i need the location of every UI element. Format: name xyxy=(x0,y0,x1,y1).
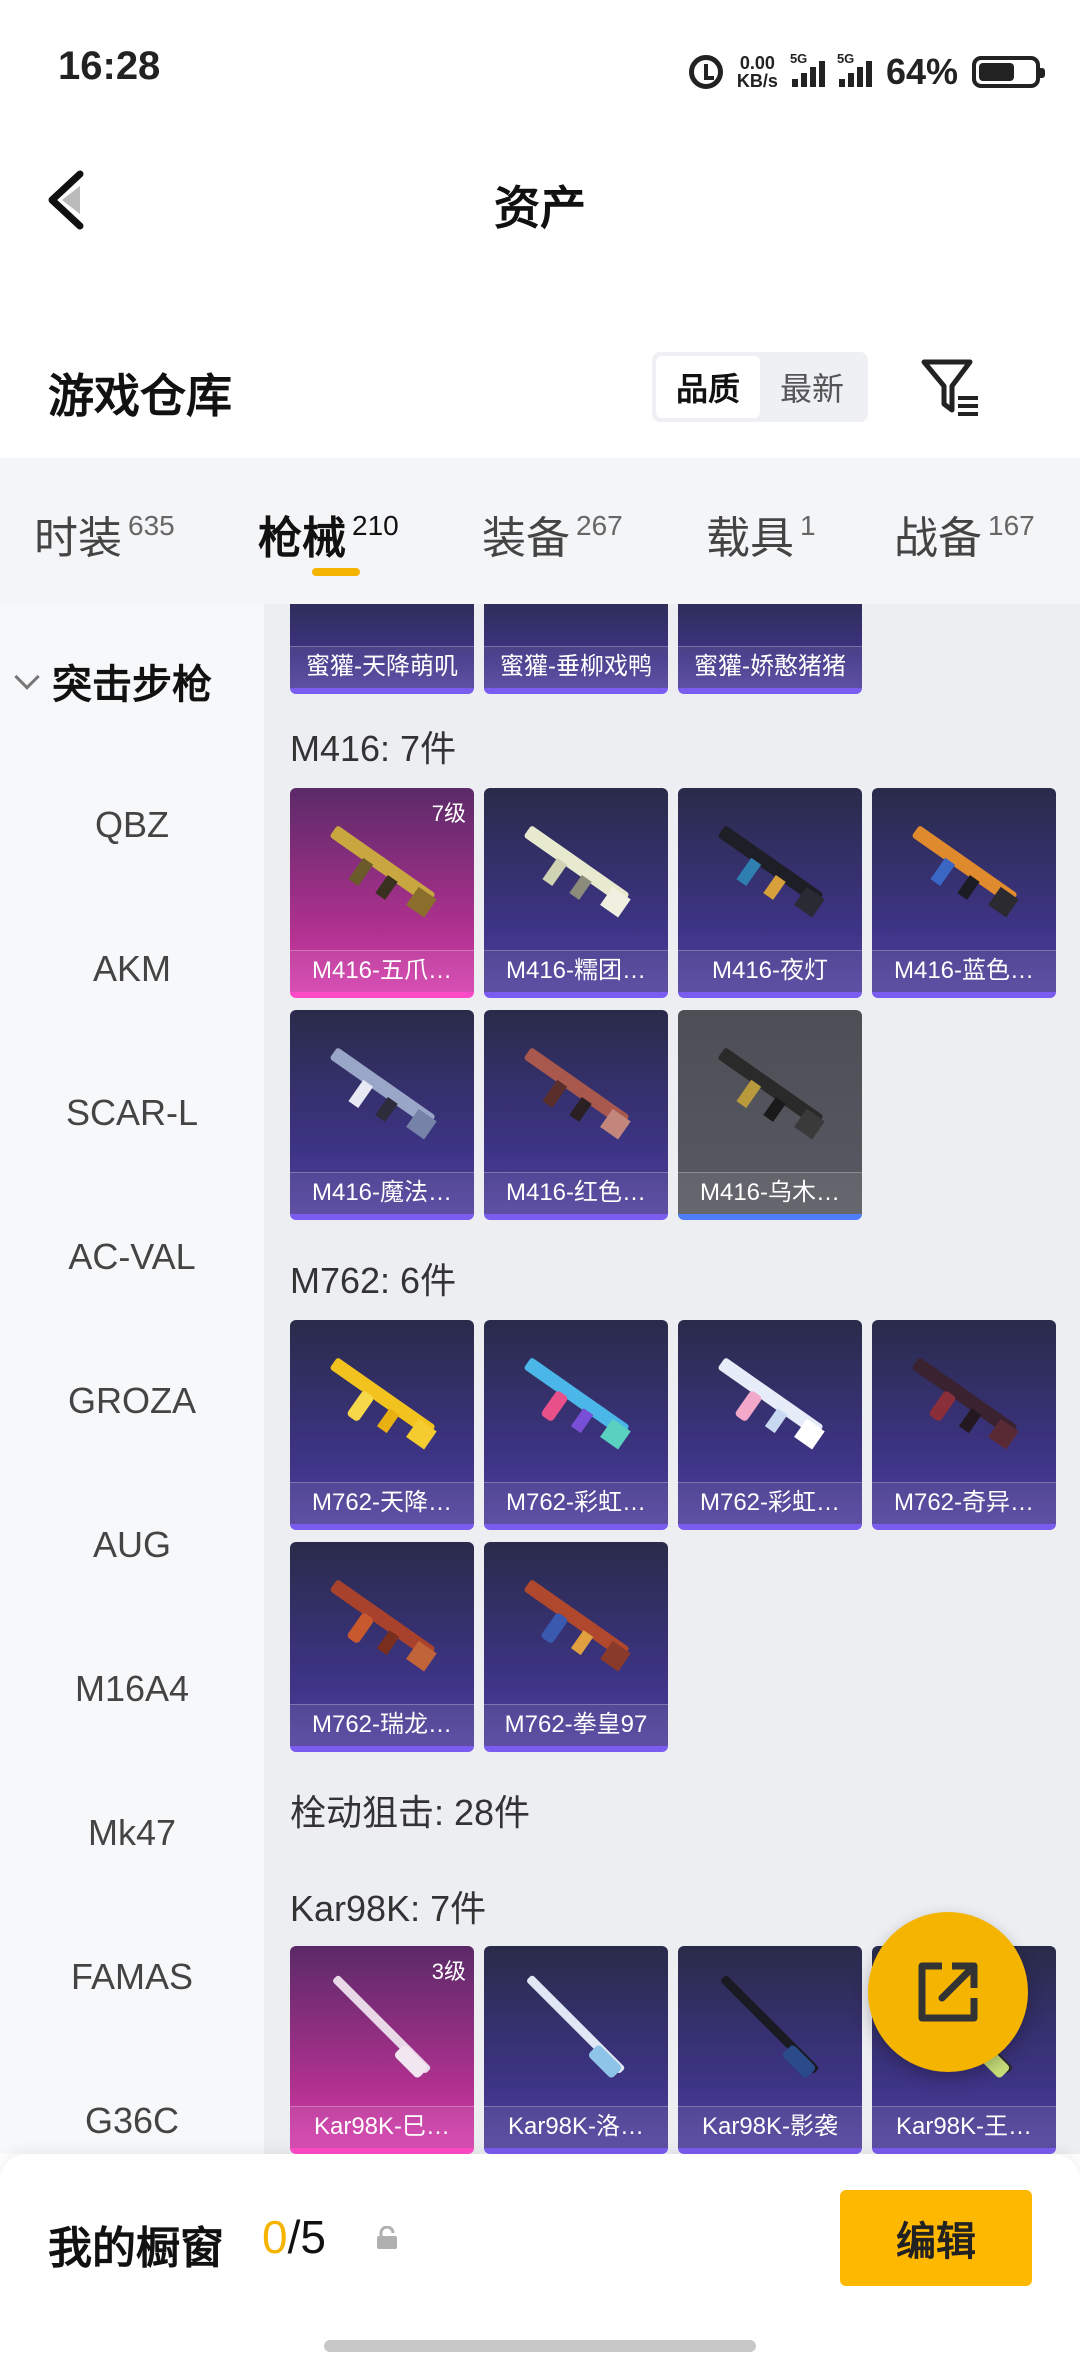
rifle-icon xyxy=(524,826,631,918)
sidebar-item-ac-val[interactable]: AC-VAL xyxy=(0,1236,264,1278)
sidebar-item-akm[interactable]: AKM xyxy=(0,948,264,990)
skin-card[interactable]: M416-红色… xyxy=(484,1010,668,1220)
rifle-icon xyxy=(524,1048,631,1140)
tab-equipment[interactable]: 装备 267 xyxy=(482,502,623,566)
sniper-rifle-icon xyxy=(333,1975,431,2078)
share-fab-button[interactable] xyxy=(868,1912,1028,2072)
skin-card[interactable]: 3级 Kar98K-巳… xyxy=(290,1946,474,2154)
skin-card[interactable]: M762-瑞龙… xyxy=(290,1542,474,1752)
filter-button[interactable] xyxy=(918,354,984,420)
sort-toggle: 品质 最新 xyxy=(652,352,868,422)
skin-card[interactable]: Kar98K-影袭 xyxy=(678,1946,862,2154)
rifle-icon xyxy=(330,1580,437,1672)
filter-icon xyxy=(921,359,978,416)
rifle-icon xyxy=(524,1358,631,1450)
rifle-icon xyxy=(330,1048,437,1140)
chevron-down-icon xyxy=(14,664,40,690)
skin-card[interactable]: M762-彩虹… xyxy=(678,1320,862,1530)
tab-supplies[interactable]: 战备 167 xyxy=(894,502,1035,566)
signal-icon-2: 5G xyxy=(837,51,872,87)
group-title-bolt-action[interactable]: 栓动狙击: 28件 xyxy=(290,1784,530,1836)
battery-percent: 64% xyxy=(885,51,958,92)
sidebar-group-assault-rifle[interactable]: 突击步枪 xyxy=(14,652,212,710)
skin-card[interactable]: M762-天降… xyxy=(290,1320,474,1530)
status-icons: 0.00 KB/s 5G 5G 64% xyxy=(688,44,1045,100)
sidebar-item-g36c[interactable]: G36C xyxy=(0,2100,264,2142)
group-title-kar98k: Kar98K: 7件 xyxy=(290,1888,487,1929)
rifle-icon xyxy=(330,826,437,918)
rifle-icon xyxy=(718,826,825,918)
showcase-bar: 我的橱窗 0/5 编辑 xyxy=(0,2154,1080,2376)
rifle-icon xyxy=(718,1048,825,1140)
rifle-icon xyxy=(912,826,1019,918)
edit-button[interactable]: 编辑 xyxy=(840,2190,1032,2286)
skin-card[interactable]: Kar98K-洛… xyxy=(484,1946,668,2154)
sidebar-item-scar-l[interactable]: SCAR-L xyxy=(0,1092,264,1134)
skin-card[interactable]: M416-蓝色… xyxy=(872,788,1056,998)
skin-card[interactable]: 蜜獾-垂柳戏鸭 xyxy=(484,604,668,694)
rifle-icon xyxy=(524,1580,631,1672)
skin-card[interactable]: 蜜獾-天降萌叽 xyxy=(290,604,474,694)
skin-card[interactable]: M416-糯团… xyxy=(484,788,668,998)
lock-icon xyxy=(377,2226,397,2249)
sidebar-item-groza[interactable]: GROZA xyxy=(0,1380,264,1422)
sort-latest-option[interactable]: 最新 xyxy=(760,356,864,418)
skin-card[interactable]: M762-奇异… xyxy=(872,1320,1056,1530)
tab-vehicles[interactable]: 载具 1 xyxy=(706,502,816,566)
sidebar-item-aug[interactable]: AUG xyxy=(0,1524,264,1566)
sidebar-item-qbz[interactable]: QBZ xyxy=(0,804,264,846)
tab-weapons[interactable]: 枪械 210 xyxy=(258,502,399,566)
net-speed: 0.00 KB/s xyxy=(736,53,778,91)
skin-card[interactable]: M762-彩虹… xyxy=(484,1320,668,1530)
status-bar: 16:28 0.00 KB/s 5G 5G 64% xyxy=(0,0,1080,140)
tab-outfits[interactable]: 时装 635 xyxy=(34,502,175,566)
sort-quality-option[interactable]: 品质 xyxy=(656,356,760,418)
signal-icon: 5G xyxy=(790,51,825,87)
group-title-m416: M416: 7件 xyxy=(290,728,457,769)
rifle-icon xyxy=(330,1358,437,1450)
sidebar-item-m16a4[interactable]: M16A4 xyxy=(0,1668,264,1710)
weapon-type-sidebar: 突击步枪 QBZ AKM SCAR-L AC-VAL GROZA AUG M16… xyxy=(0,604,264,2154)
showcase-count: 0/5 xyxy=(262,2211,326,2263)
showcase-title: 我的橱窗 xyxy=(48,2224,224,2273)
warehouse-title: 游戏仓库 xyxy=(48,370,232,422)
group-title-m762: M762: 6件 xyxy=(290,1260,457,1301)
rifle-icon xyxy=(718,1358,825,1450)
status-time: 16:28 xyxy=(58,44,161,88)
rifle-icon xyxy=(912,1358,1019,1450)
home-indicator[interactable] xyxy=(324,2340,756,2352)
skin-card[interactable]: M416-夜灯 xyxy=(678,788,862,998)
skin-card[interactable]: 7级 M416-五爪… xyxy=(290,788,474,998)
sniper-rifle-icon xyxy=(721,1975,819,2078)
battery-icon xyxy=(972,56,1045,88)
sidebar-item-famas[interactable]: FAMAS xyxy=(0,1956,264,1998)
sidebar-item-mk47[interactable]: Mk47 xyxy=(0,1812,264,1854)
skin-card[interactable]: 蜜獾-娇憨猪猪 xyxy=(678,604,862,694)
sniper-rifle-icon xyxy=(527,1975,625,2078)
skin-card[interactable]: M416-乌木… xyxy=(678,1010,862,1220)
skin-card[interactable]: M762-拳皇97 xyxy=(484,1542,668,1752)
active-tab-indicator xyxy=(312,568,360,576)
share-icon xyxy=(918,1962,978,2022)
category-tabs: 时装 635 枪械 210 装备 267 载具 1 战备 167 xyxy=(0,458,1080,604)
skin-card[interactable]: M416-魔法… xyxy=(290,1010,474,1220)
page-title: 资产 xyxy=(494,182,586,234)
alarm-icon xyxy=(688,55,723,89)
